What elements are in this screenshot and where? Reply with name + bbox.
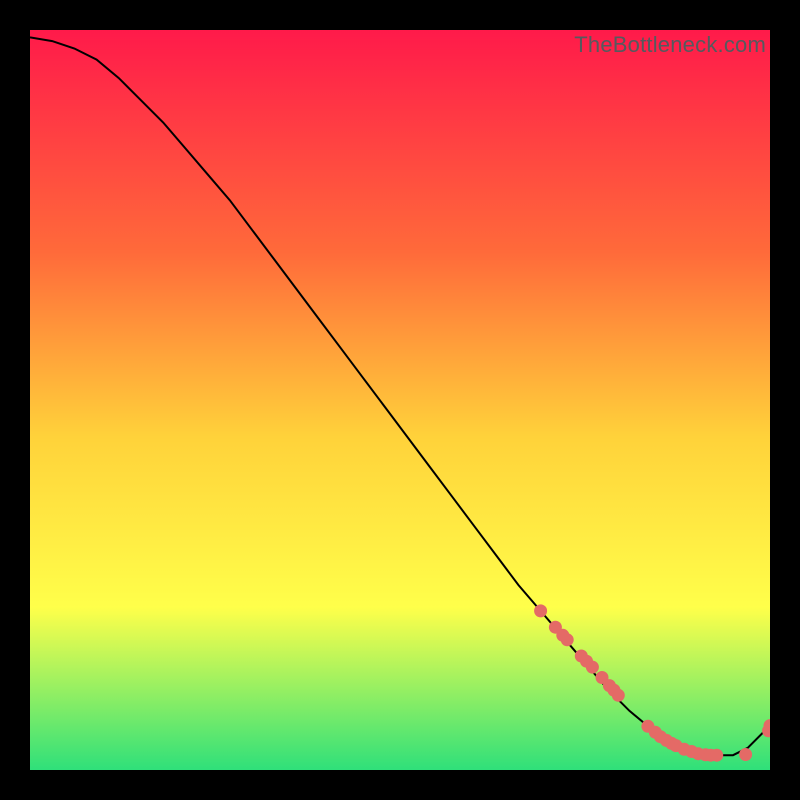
- gradient-bg: [30, 30, 770, 770]
- data-marker: [739, 748, 752, 761]
- data-marker: [561, 633, 574, 646]
- data-marker: [586, 661, 599, 674]
- watermark-label: TheBottleneck.com: [574, 32, 766, 58]
- data-marker: [534, 604, 547, 617]
- data-marker: [612, 689, 625, 702]
- chart-svg: [30, 30, 770, 770]
- data-marker: [710, 749, 723, 762]
- chart-container: TheBottleneck.com: [0, 0, 800, 800]
- plot-area: [30, 30, 770, 770]
